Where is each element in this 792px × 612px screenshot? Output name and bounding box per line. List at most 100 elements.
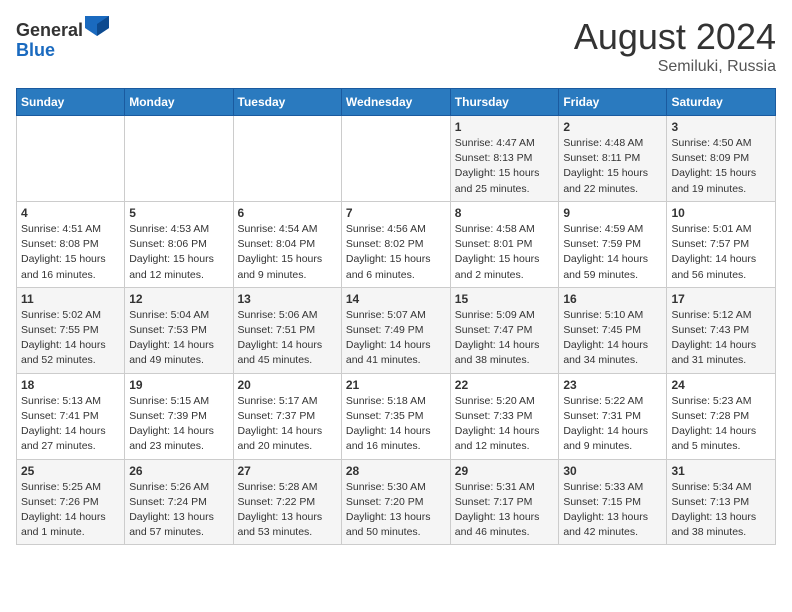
day-number: 15 [455,292,555,306]
logo-icon [85,16,109,36]
day-number: 2 [563,120,662,134]
calendar-cell: 28 Sunrise: 5:30 AMSunset: 7:20 PMDayligh… [341,459,450,545]
day-content: Sunrise: 4:50 AMSunset: 8:09 PMDaylight:… [671,136,771,197]
day-content: Sunrise: 5:13 AMSunset: 7:41 PMDaylight:… [21,394,120,455]
calendar-cell: 4 Sunrise: 4:51 AMSunset: 8:08 PMDaylight… [17,201,125,287]
calendar-cell: 15 Sunrise: 5:09 AMSunset: 7:47 PMDayligh… [450,287,559,373]
calendar-cell: 12Sunrise: 5:04 AMSunset: 7:53 PMDayligh… [125,287,233,373]
day-number: 27 [238,464,337,478]
week-row-2: 4 Sunrise: 4:51 AMSunset: 8:08 PMDaylight… [17,201,776,287]
week-row-3: 11 Sunrise: 5:02 AMSunset: 7:55 PMDayligh… [17,287,776,373]
day-number: 20 [238,378,337,392]
calendar-cell: 27 Sunrise: 5:28 AMSunset: 7:22 PMDayligh… [233,459,341,545]
day-content: Sunrise: 5:28 AMSunset: 7:22 PMDaylight:… [238,480,337,541]
day-content: Sunrise: 4:58 AMSunset: 8:01 PMDaylight:… [455,222,555,283]
title-block: August 2024 Semiluki, Russia [574,16,776,76]
day-content: Sunrise: 5:34 AMSunset: 7:13 PMDaylight:… [671,480,771,541]
day-content: Sunrise: 5:17 AMSunset: 7:37 PMDaylight:… [238,394,337,455]
day-header-sunday: Sunday [17,89,125,116]
calendar-cell: 20 Sunrise: 5:17 AMSunset: 7:37 PMDayligh… [233,373,341,459]
calendar-cell: 17 Sunrise: 5:12 AMSunset: 7:43 PMDayligh… [667,287,776,373]
day-number: 30 [563,464,662,478]
calendar-cell: 8 Sunrise: 4:58 AMSunset: 8:01 PMDaylight… [450,201,559,287]
calendar-cell: 13Sunrise: 5:06 AMSunset: 7:51 PMDayligh… [233,287,341,373]
day-number: 31 [671,464,771,478]
day-content: Sunrise: 5:15 AMSunset: 7:39 PMDaylight:… [129,394,228,455]
day-content: Sunrise: 5:23 AMSunset: 7:28 PMDaylight:… [671,394,771,455]
day-content: Sunrise: 4:56 AMSunset: 8:02 PMDaylight:… [346,222,446,283]
day-content: Sunrise: 5:06 AMSunset: 7:51 PMDaylight:… [238,308,337,369]
day-headers-row: SundayMondayTuesdayWednesdayThursdayFrid… [17,89,776,116]
day-number: 7 [346,206,446,220]
calendar-cell: 19Sunrise: 5:15 AMSunset: 7:39 PMDayligh… [125,373,233,459]
day-content: Sunrise: 5:10 AMSunset: 7:45 PMDaylight:… [563,308,662,369]
day-content: Sunrise: 5:04 AMSunset: 7:53 PMDaylight:… [129,308,228,369]
day-number: 17 [671,292,771,306]
calendar-cell [17,116,125,202]
day-content: Sunrise: 5:07 AMSunset: 7:49 PMDaylight:… [346,308,446,369]
day-content: Sunrise: 4:54 AMSunset: 8:04 PMDaylight:… [238,222,337,283]
day-number: 6 [238,206,337,220]
day-content: Sunrise: 5:12 AMSunset: 7:43 PMDaylight:… [671,308,771,369]
week-row-1: 1 Sunrise: 4:47 AMSunset: 8:13 PMDaylight… [17,116,776,202]
day-number: 21 [346,378,446,392]
calendar-title: August 2024 [574,16,776,58]
calendar-table: SundayMondayTuesdayWednesdayThursdayFrid… [16,88,776,545]
day-header-saturday: Saturday [667,89,776,116]
day-number: 23 [563,378,662,392]
day-header-monday: Monday [125,89,233,116]
day-content: Sunrise: 5:09 AMSunset: 7:47 PMDaylight:… [455,308,555,369]
day-number: 26 [129,464,228,478]
day-number: 1 [455,120,555,134]
calendar-cell: 22Sunrise: 5:20 AMSunset: 7:33 PMDayligh… [450,373,559,459]
day-number: 22 [455,378,555,392]
day-header-wednesday: Wednesday [341,89,450,116]
calendar-cell: 16 Sunrise: 5:10 AMSunset: 7:45 PMDayligh… [559,287,667,373]
day-header-tuesday: Tuesday [233,89,341,116]
day-content: Sunrise: 4:51 AMSunset: 8:08 PMDaylight:… [21,222,120,283]
calendar-cell: 25Sunrise: 5:25 AMSunset: 7:26 PMDayligh… [17,459,125,545]
calendar-cell [341,116,450,202]
day-number: 28 [346,464,446,478]
day-number: 4 [21,206,120,220]
day-content: Sunrise: 5:22 AMSunset: 7:31 PMDaylight:… [563,394,662,455]
day-content: Sunrise: 5:18 AMSunset: 7:35 PMDaylight:… [346,394,446,455]
day-number: 16 [563,292,662,306]
calendar-cell: 9Sunrise: 4:59 AMSunset: 7:59 PMDaylight… [559,201,667,287]
calendar-cell: 30 Sunrise: 5:33 AMSunset: 7:15 PMDayligh… [559,459,667,545]
calendar-cell: 26Sunrise: 5:26 AMSunset: 7:24 PMDayligh… [125,459,233,545]
day-number: 24 [671,378,771,392]
calendar-cell [233,116,341,202]
logo: General Blue [16,16,109,61]
calendar-cell: 6 Sunrise: 4:54 AMSunset: 8:04 PMDaylight… [233,201,341,287]
calendar-cell: 14 Sunrise: 5:07 AMSunset: 7:49 PMDayligh… [341,287,450,373]
calendar-cell: 21 Sunrise: 5:18 AMSunset: 7:35 PMDayligh… [341,373,450,459]
day-header-thursday: Thursday [450,89,559,116]
calendar-cell: 5Sunrise: 4:53 AMSunset: 8:06 PMDaylight… [125,201,233,287]
day-number: 3 [671,120,771,134]
day-content: Sunrise: 4:47 AMSunset: 8:13 PMDaylight:… [455,136,555,197]
calendar-cell: 7 Sunrise: 4:56 AMSunset: 8:02 PMDaylight… [341,201,450,287]
day-content: Sunrise: 4:59 AMSunset: 7:59 PMDaylight:… [563,222,662,283]
day-number: 11 [21,292,120,306]
day-number: 8 [455,206,555,220]
day-number: 14 [346,292,446,306]
logo-blue: Blue [16,40,55,60]
day-content: Sunrise: 4:53 AMSunset: 8:06 PMDaylight:… [129,222,228,283]
page-header: General Blue August 2024 Semiluki, Russi… [16,16,776,76]
calendar-location: Semiluki, Russia [574,58,776,76]
day-content: Sunrise: 4:48 AMSunset: 8:11 PMDaylight:… [563,136,662,197]
day-number: 10 [671,206,771,220]
calendar-cell: 2 Sunrise: 4:48 AMSunset: 8:11 PMDaylight… [559,116,667,202]
day-number: 18 [21,378,120,392]
day-content: Sunrise: 5:02 AMSunset: 7:55 PMDaylight:… [21,308,120,369]
calendar-cell: 18 Sunrise: 5:13 AMSunset: 7:41 PMDayligh… [17,373,125,459]
week-row-4: 18 Sunrise: 5:13 AMSunset: 7:41 PMDayligh… [17,373,776,459]
calendar-cell: 31 Sunrise: 5:34 AMSunset: 7:13 PMDayligh… [667,459,776,545]
calendar-cell [125,116,233,202]
calendar-cell: 3 Sunrise: 4:50 AMSunset: 8:09 PMDaylight… [667,116,776,202]
day-number: 25 [21,464,120,478]
day-content: Sunrise: 5:30 AMSunset: 7:20 PMDaylight:… [346,480,446,541]
day-content: Sunrise: 5:33 AMSunset: 7:15 PMDaylight:… [563,480,662,541]
day-content: Sunrise: 5:01 AMSunset: 7:57 PMDaylight:… [671,222,771,283]
